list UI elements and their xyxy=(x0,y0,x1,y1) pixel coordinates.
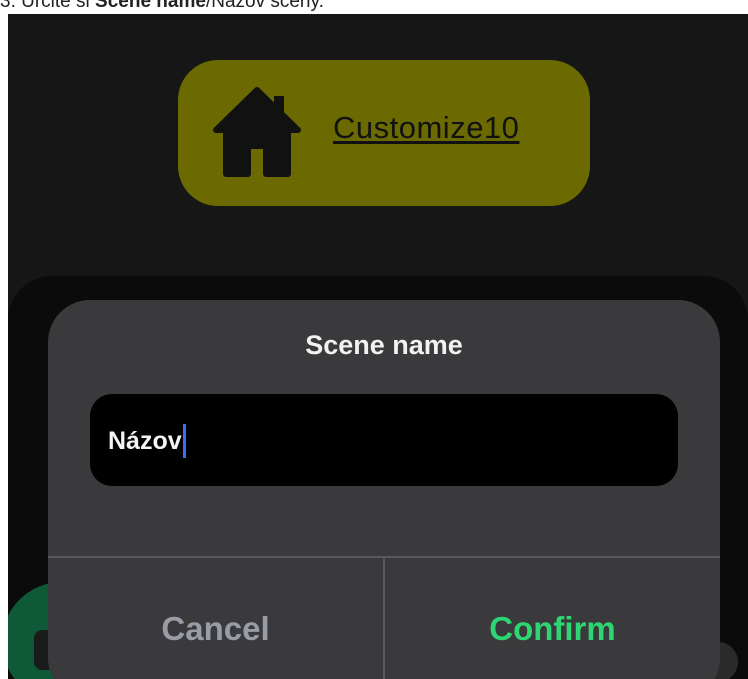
home-icon xyxy=(213,87,301,177)
scene-name-value: Názov xyxy=(108,426,182,455)
cancel-button[interactable]: Cancel xyxy=(48,558,383,679)
instruction-caption: 3. Určite si Scene name/Názov scény. xyxy=(0,0,748,14)
caption-bold: Scene name xyxy=(95,0,206,12)
scene-name-dialog: Scene name Názov Cancel Confirm xyxy=(48,300,720,679)
scene-chip-label[interactable]: Customize10 xyxy=(333,110,519,146)
page: 3. Určite si Scene name/Názov scény. Cus… xyxy=(0,0,748,679)
dialog-title: Scene name xyxy=(305,330,463,360)
scene-name-input[interactable]: Názov xyxy=(90,394,678,486)
scene-name-value-wrap: Názov xyxy=(108,424,186,458)
text-caret xyxy=(182,424,186,458)
scene-chip[interactable]: Customize10 xyxy=(178,60,590,206)
caption-suffix: /Názov scény. xyxy=(205,0,324,12)
phone-screen: Customize10 Scene name Názov Cancel Conf… xyxy=(8,14,748,679)
caption-prefix: 3. Určite si xyxy=(0,0,96,12)
confirm-button[interactable]: Confirm xyxy=(385,558,720,679)
